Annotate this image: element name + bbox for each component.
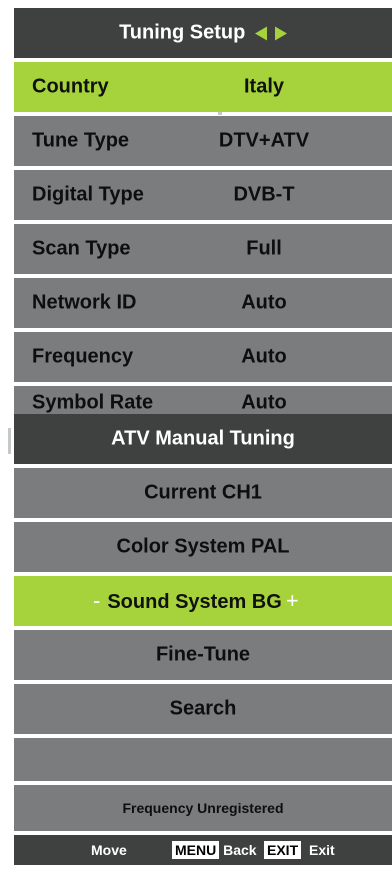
setting-scan-type[interactable]: Scan Type Full	[14, 224, 392, 274]
footer-back-label: Back	[223, 842, 257, 858]
setting-network-id[interactable]: Network ID Auto	[14, 278, 392, 328]
edge-mark	[8, 428, 11, 454]
status-bar: Frequency Unregistered	[14, 785, 392, 831]
empty-row	[14, 738, 392, 781]
setting-label: Frequency	[32, 345, 134, 368]
setting-value: Full	[246, 237, 282, 260]
setting-tune-type[interactable]: Tune Type DTV+ATV	[14, 116, 392, 166]
atv-sound-system[interactable]: - Sound System BG +	[14, 576, 392, 626]
atv-title: ATV Manual Tuning	[111, 427, 295, 450]
menu-header: Tuning Setup	[14, 8, 392, 58]
atv-color-system[interactable]: Color System PAL	[14, 522, 392, 572]
atv-item-label: Search	[169, 697, 237, 720]
setting-label: Tune Type	[32, 129, 130, 152]
footer-bar: Move MENU Back EXIT Exit	[14, 835, 392, 865]
atv-item-label: Sound System BG	[107, 591, 282, 613]
setting-value: Italy	[243, 75, 285, 98]
atv-current-channel[interactable]: Current CH1	[14, 468, 392, 518]
setting-value: DTV+ATV	[218, 129, 310, 152]
setting-label: Scan Type	[32, 237, 131, 260]
increment-icon[interactable]: +	[286, 588, 299, 613]
atv-item-label: Color System PAL	[116, 535, 290, 558]
atv-fine-tune[interactable]: Fine-Tune	[14, 630, 392, 680]
menu-key[interactable]: MENU	[172, 841, 220, 859]
footer-exit-label: Exit	[309, 842, 335, 858]
tuning-setup-menu: Tuning Setup Country Italy Tune Type DTV…	[8, 8, 392, 865]
setting-label: Symbol Rate	[32, 391, 154, 414]
atv-search[interactable]: Search	[14, 684, 392, 734]
exit-key[interactable]: EXIT	[264, 841, 302, 859]
status-message: Frequency Unregistered	[122, 800, 284, 816]
setting-value: DVB-T	[233, 183, 295, 206]
row-divider	[218, 112, 222, 115]
atv-item-label: Fine-Tune	[155, 643, 251, 666]
setting-label: Network ID	[32, 291, 137, 314]
atv-manual-tuning-header: ATV Manual Tuning	[14, 414, 392, 464]
setting-value: Auto	[241, 291, 287, 314]
left-right-arrows-icon	[254, 26, 287, 41]
setting-value: Auto	[241, 391, 287, 414]
atv-item-label: Current CH1	[144, 481, 262, 504]
footer-move-label: Move	[91, 842, 127, 858]
setting-digital-type[interactable]: Digital Type DVB-T	[14, 170, 392, 220]
setting-label: Country	[32, 75, 109, 98]
setting-label: Digital Type	[32, 183, 144, 206]
setting-value: Auto	[241, 345, 287, 368]
setting-frequency[interactable]: Frequency Auto	[14, 332, 392, 382]
setting-country[interactable]: Country Italy	[14, 62, 392, 112]
menu-title: Tuning Setup	[119, 21, 246, 44]
